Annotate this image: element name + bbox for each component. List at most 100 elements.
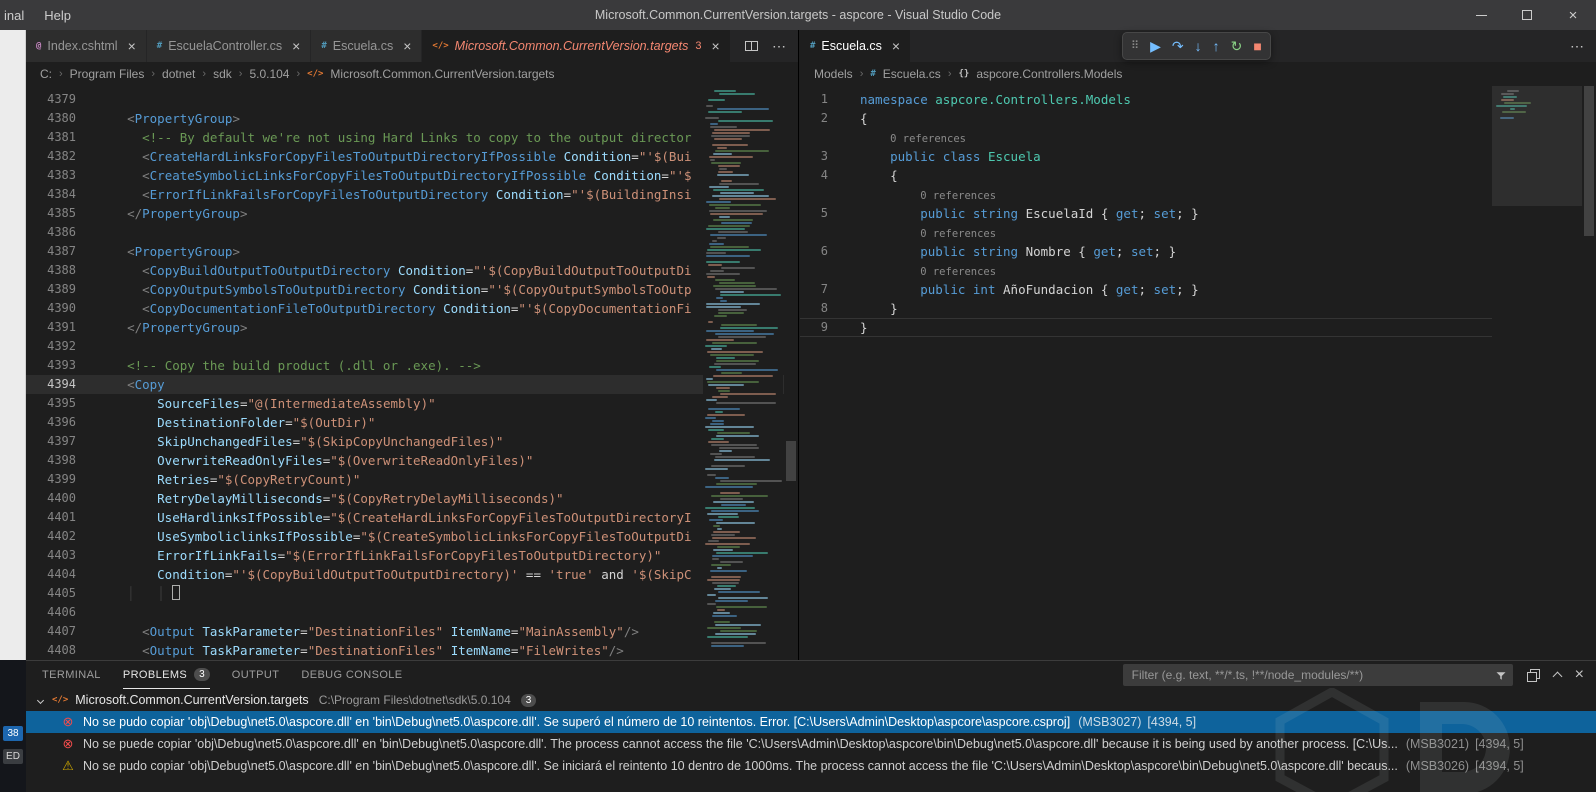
codelens-references[interactable]: 0 references (890, 133, 966, 145)
line-number[interactable]: 5 (800, 204, 838, 223)
minimap[interactable] (1492, 86, 1582, 660)
breadcrumb-item[interactable]: Escuela.cs (883, 67, 941, 81)
line-number[interactable] (800, 223, 838, 242)
code-line[interactable]: 4408 <Output TaskParameter="DestinationF… (26, 641, 798, 660)
maximize-panel-icon[interactable] (1552, 670, 1563, 682)
code-line[interactable]: 9} (800, 318, 1596, 337)
tab-escuela-cs-right[interactable]: # Escuela.cs × (800, 30, 912, 62)
code-line[interactable]: 4392 (26, 337, 798, 356)
breadcrumb-item-file[interactable]: Microsoft.Common.CurrentVersion.targets (330, 67, 554, 81)
minimize-button[interactable] (1458, 0, 1504, 30)
line-number[interactable]: 4388 (26, 261, 90, 280)
code-line[interactable]: 4386 (26, 223, 798, 242)
breadcrumb-item[interactable]: Program Files (70, 67, 145, 81)
line-number[interactable] (800, 128, 838, 147)
code-line[interactable]: 4395 SourceFiles="@(IntermediateAssembly… (26, 394, 798, 413)
problem-row[interactable]: ⊗ No se pudo copiar 'obj\Debug\net5.0\asp… (26, 711, 1596, 733)
problems-filter-input[interactable] (1122, 664, 1513, 686)
debug-continue-button[interactable]: ▶ (1150, 39, 1161, 53)
line-number[interactable]: 4398 (26, 451, 90, 470)
line-number[interactable]: 4383 (26, 166, 90, 185)
code-line[interactable]: 4380 <PropertyGroup> (26, 109, 798, 128)
code-line[interactable]: 5 public string EscuelaId { get; set; } (800, 204, 1596, 223)
codelens-references[interactable]: 0 references (920, 266, 996, 278)
line-number[interactable]: 4 (800, 166, 838, 185)
codelens-references[interactable]: 0 references (920, 190, 996, 202)
line-number[interactable]: 4385 (26, 204, 90, 223)
tab-escuela-cs[interactable]: # Escuela.cs × (311, 30, 423, 62)
close-panel-icon[interactable]: × (1575, 667, 1584, 683)
problem-row[interactable]: ⚠ No se pudo copiar 'obj\Debug\net5.0\asp… (26, 755, 1596, 777)
collapse-all-icon[interactable] (1526, 668, 1540, 682)
line-number[interactable]: 4401 (26, 508, 90, 527)
line-number[interactable]: 4407 (26, 622, 90, 641)
line-number[interactable]: 4392 (26, 337, 90, 356)
line-number[interactable]: 7 (800, 280, 838, 299)
code-line[interactable]: 1 namespace aspcore.Controllers.Models (800, 90, 1596, 109)
code-line[interactable]: 4387 <PropertyGroup> (26, 242, 798, 261)
breadcrumb-item[interactable]: Models (814, 67, 853, 81)
code-line[interactable]: 7 public int AñoFundacion { get; set; } (800, 280, 1596, 299)
debug-step-out-button[interactable]: ↑ (1213, 39, 1220, 53)
debug-stop-button[interactable]: ■ (1253, 39, 1261, 53)
line-number[interactable] (800, 261, 838, 280)
line-number[interactable]: 4381 (26, 128, 90, 147)
maximize-button[interactable] (1504, 0, 1550, 30)
line-number[interactable]: 4402 (26, 527, 90, 546)
code-line[interactable]: 4385 </PropertyGroup> (26, 204, 798, 223)
editor-scrollbar[interactable] (784, 86, 798, 660)
code-line[interactable]: 4402 UseSymboliclinksIfPossible="$(Creat… (26, 527, 798, 546)
code-line[interactable]: 4388 <CopyBuildOutputToOutputDirectory C… (26, 261, 798, 280)
line-number[interactable]: 4399 (26, 470, 90, 489)
debug-restart-button[interactable]: ↻ (1231, 39, 1243, 53)
codelens-row[interactable]: 0 references (800, 185, 1596, 204)
breadcrumb-item-namespace[interactable]: aspcore.Controllers.Models (976, 67, 1122, 81)
line-number[interactable]: 4400 (26, 489, 90, 508)
line-number[interactable]: 6 (800, 242, 838, 261)
codelens-row[interactable]: 0 references (800, 261, 1596, 280)
editor-xml[interactable]: 4379 4380 <PropertyGroup> 4381 <!-- By def… (26, 86, 798, 660)
code-line[interactable]: 2{ (800, 109, 1596, 128)
line-number[interactable]: 9 (800, 318, 838, 337)
code-line[interactable]: 4381 <!-- By default we're not using Har… (26, 128, 798, 147)
line-number[interactable]: 4393 (26, 356, 90, 375)
debug-toolbar-grip[interactable]: ⠿ (1131, 40, 1139, 52)
line-number[interactable]: 4405 (26, 584, 90, 603)
code-line[interactable]: 4400 RetryDelayMilliseconds="$(CopyRetry… (26, 489, 798, 508)
codelens-references[interactable]: 0 references (920, 228, 996, 240)
code-line[interactable]: 4394 <Copy (26, 375, 798, 394)
line-number[interactable]: 4391 (26, 318, 90, 337)
more-actions-icon[interactable]: ⋯ (1570, 38, 1584, 55)
code-line[interactable]: 4 { (800, 166, 1596, 185)
code-line[interactable]: 4397 SkipUnchangedFiles="$(SkipCopyUncha… (26, 432, 798, 451)
line-number[interactable]: 4384 (26, 185, 90, 204)
editor-csharp[interactable]: 1 namespace aspcore.Controllers.Models 2{ … (800, 86, 1596, 660)
code-line[interactable]: 4407 <Output TaskParameter="DestinationF… (26, 622, 798, 641)
code-line[interactable]: 4406 (26, 603, 798, 622)
line-number[interactable]: 4403 (26, 546, 90, 565)
line-number[interactable]: 4386 (26, 223, 90, 242)
code-line[interactable]: 4379 (26, 90, 798, 109)
close-tab-icon[interactable]: × (892, 38, 900, 54)
breadcrumb-item[interactable]: C: (40, 67, 52, 81)
panel-tab-output[interactable]: OUTPUT (232, 661, 280, 689)
menu-item-help[interactable]: Help (44, 8, 71, 23)
code-line[interactable]: 4383 <CreateSymbolicLinksForCopyFilesToO… (26, 166, 798, 185)
codelens-row[interactable]: 0 references (800, 223, 1596, 242)
menu-item-terminal-partial[interactable]: inal (4, 8, 24, 23)
code-line[interactable]: 6 public string Nombre { get; set; } (800, 242, 1596, 261)
line-number[interactable]: 8 (800, 299, 838, 318)
line-number[interactable] (800, 185, 838, 204)
code-line[interactable]: 4399 Retries="$(CopyRetryCount)" (26, 470, 798, 489)
code-line[interactable]: 4401 UseHardlinksIfPossible="$(CreateHar… (26, 508, 798, 527)
code-line[interactable]: 4398 OverwriteReadOnlyFiles="$(Overwrite… (26, 451, 798, 470)
code-line[interactable]: 4404 Condition="'$(CopyBuildOutputToOutp… (26, 565, 798, 584)
code-line[interactable]: 3 public class Escuela (800, 147, 1596, 166)
code-line[interactable]: 4393 <!-- Copy the build product (.dll o… (26, 356, 798, 375)
more-actions-icon[interactable]: ⋯ (772, 38, 786, 55)
line-number[interactable]: 4396 (26, 413, 90, 432)
panel-tab-debug-console[interactable]: DEBUG CONSOLE (301, 661, 402, 689)
line-number[interactable]: 4397 (26, 432, 90, 451)
scrollbar-thumb[interactable] (786, 441, 796, 481)
code-line[interactable]: 4384 <ErrorIfLinkFailsForCopyFilesToOutp… (26, 185, 798, 204)
